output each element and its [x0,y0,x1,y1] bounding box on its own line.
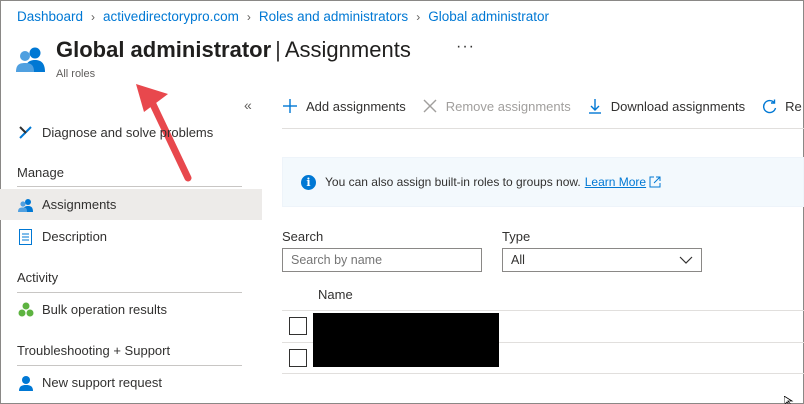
redacted-name [313,341,499,367]
remove-assignments-button[interactable]: Remove assignments [422,98,571,114]
bulk-operations-icon [17,301,34,318]
breadcrumb-global-admin[interactable]: Global administrator [428,9,549,24]
chevron-down-icon [679,256,693,264]
info-banner-text: You can also assign built-in roles to gr… [325,175,581,189]
wrench-icon [17,124,34,141]
mouse-cursor-icon [784,396,794,404]
breadcrumb: Dashboard › activedirectorypro.com › Rol… [17,9,549,24]
document-icon [17,228,34,245]
type-select-value: All [511,253,525,267]
info-icon: i [301,174,316,190]
collapse-sidebar-button[interactable]: « [244,97,252,113]
sidebar-heading-activity: Activity [17,270,59,285]
sidebar-heading-manage: Manage [17,165,64,180]
chevron-right-icon: › [91,9,96,24]
row-checkbox[interactable] [289,317,307,335]
divider [282,310,804,311]
close-icon [422,98,438,114]
chevron-right-icon: › [416,9,421,24]
page-subtitle: All roles [56,68,96,80]
download-assignments-label: Download assignments [610,98,746,114]
redacted-name [313,313,499,341]
row-checkbox[interactable] [289,349,307,367]
add-assignments-button[interactable]: Add assignments [282,98,406,114]
breadcrumb-tenant[interactable]: activedirectorypro.com [103,9,239,24]
support-person-icon [17,374,34,391]
divider [17,186,242,187]
add-assignments-label: Add assignments [306,98,406,114]
page-title-separator: | [275,37,281,62]
refresh-label: Re [785,98,802,114]
divider [17,292,242,293]
external-link-icon[interactable] [649,176,661,188]
chevron-right-icon: › [246,9,251,24]
divider [282,128,804,129]
page-title-main: Global administrator [56,37,272,62]
users-icon [17,196,34,213]
learn-more-link[interactable]: Learn More [585,175,646,189]
sidebar-item-description[interactable]: Description [0,221,262,252]
sidebar-item-label: Description [42,229,108,244]
download-assignments-button[interactable]: Download assignments [587,98,745,114]
type-label: Type [502,229,531,244]
refresh-icon [761,98,777,114]
divider [282,373,804,374]
sidebar-item-assignments[interactable]: Assignments [0,189,262,220]
sidebar-item-label: Assignments [42,197,117,212]
more-options-button[interactable]: ··· [456,38,475,56]
sidebar-item-label: Bulk operation results [42,302,168,317]
page-title: Global administrator | Assignments [56,37,411,63]
search-input[interactable] [282,248,482,272]
download-icon [587,98,603,114]
remove-assignments-label: Remove assignments [445,98,571,114]
refresh-button[interactable]: Re [761,98,802,114]
column-header-name[interactable]: Name [318,287,353,302]
plus-icon [282,98,298,114]
breadcrumb-roles[interactable]: Roles and administrators [259,9,408,24]
command-bar: Add assignments Remove assignments Downl… [282,98,804,114]
page-title-section: Assignments [284,37,411,62]
search-label: Search [282,229,324,244]
type-select[interactable]: All [502,248,702,272]
sidebar-item-label: New support request [42,375,162,390]
sidebar-item-bulk-results[interactable]: Bulk operation results [0,294,262,325]
users-icon [16,47,45,72]
sidebar-heading-support: Troubleshooting + Support [17,343,171,358]
info-banner: i You can also assign built-in roles to … [282,157,804,207]
sidebar-item-label: Diagnose and solve problems [42,125,214,140]
sidebar-item-diagnose[interactable]: Diagnose and solve problems [0,117,262,148]
divider [17,365,242,366]
breadcrumb-dashboard[interactable]: Dashboard [17,9,83,24]
sidebar-item-support-request[interactable]: New support request [0,367,262,398]
